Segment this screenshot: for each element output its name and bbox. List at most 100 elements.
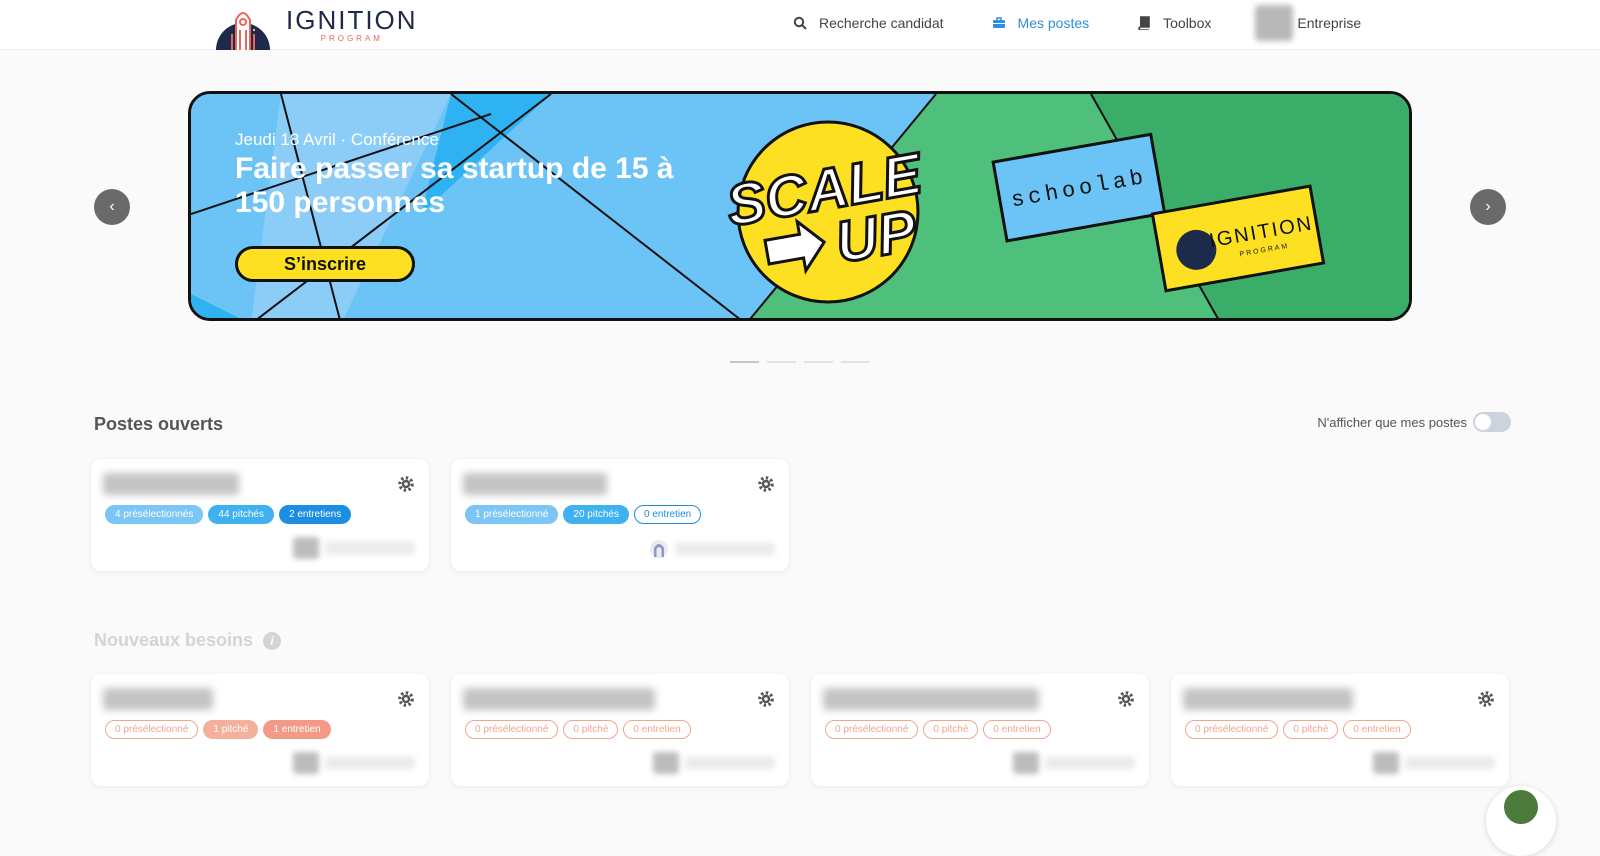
avatar xyxy=(1013,752,1039,774)
need-title xyxy=(823,688,1039,710)
preselected-badge[interactable]: 0 présélectionné xyxy=(1185,720,1279,739)
event-banner[interactable]: SCALE UP schoolab IGNITION PROGRAM Jeudi… xyxy=(188,91,1412,321)
chat-launcher-button[interactable] xyxy=(1486,786,1556,856)
need-title xyxy=(1183,688,1353,710)
need-card[interactable]: 0 présélectionné 0 pitché 0 entretien xyxy=(451,674,789,786)
ignition-logo[interactable]: IGNITION PROGRAM xyxy=(214,0,418,50)
position-title xyxy=(103,473,239,495)
user-avatar-icon xyxy=(650,540,668,558)
my-positions-toggle[interactable] xyxy=(1473,412,1511,432)
pitched-badge[interactable]: 1 pitché xyxy=(203,720,259,739)
search-icon xyxy=(793,16,807,30)
candidate-stats: 0 présélectionné 0 pitché 0 entretien xyxy=(1185,720,1416,739)
candidate-stats: 0 présélectionné 0 pitché 0 entretien xyxy=(825,720,1056,739)
owner-name xyxy=(1405,756,1495,770)
carousel-dots xyxy=(730,361,878,363)
position-owner xyxy=(293,537,415,559)
interviews-badge[interactable]: 2 entretiens xyxy=(278,505,352,524)
preselected-badge[interactable]: 1 présélectionné xyxy=(465,505,559,524)
owner-name xyxy=(325,541,415,555)
new-needs-title: Nouveaux besoins xyxy=(94,630,254,650)
briefcase-icon xyxy=(992,17,1005,28)
company-avatar xyxy=(1255,5,1294,41)
owner-name xyxy=(675,542,775,556)
candidate-stats: 4 présélectionnés 44 pitchés 2 entretien… xyxy=(105,505,356,524)
carousel-dot-4[interactable] xyxy=(841,361,870,363)
nav-recherche-candidat[interactable]: Recherche candidat xyxy=(793,15,944,31)
book-icon xyxy=(1138,16,1150,30)
nav-label: Recherche candidat xyxy=(819,15,944,31)
owner-name xyxy=(325,756,415,770)
nav-mes-postes[interactable]: Mes postes xyxy=(992,15,1090,31)
need-owner xyxy=(1373,752,1495,774)
preselected-badge[interactable]: 0 présélectionné xyxy=(465,720,559,739)
nav-label: Mes postes xyxy=(1017,15,1090,31)
avatar xyxy=(653,752,679,774)
candidate-stats: 0 présélectionné 0 pitché 0 entretien xyxy=(465,720,696,739)
carousel-prev-button[interactable]: ‹ xyxy=(94,189,130,225)
need-owner xyxy=(653,752,775,774)
need-owner xyxy=(293,752,415,774)
need-title xyxy=(463,688,655,710)
avatar xyxy=(1373,752,1399,774)
candidate-stats: 1 présélectionné 20 pitchés 0 entretien xyxy=(465,505,706,524)
scale-up-badge-line2: UP xyxy=(831,197,922,275)
toggle-label: N'afficher que mes postes xyxy=(1317,414,1467,430)
interviews-badge[interactable]: 0 entretien xyxy=(983,720,1051,739)
logo-subtitle: PROGRAM xyxy=(320,34,383,43)
gear-icon[interactable] xyxy=(1477,690,1495,708)
pitched-badge[interactable]: 0 pitché xyxy=(563,720,619,739)
event-title: Faire passer sa startup de 15 à 150 pers… xyxy=(235,152,674,219)
position-owner xyxy=(649,539,775,559)
need-card[interactable]: 0 présélectionné 0 pitché 0 entretien xyxy=(1171,674,1509,786)
nav-entreprise[interactable]: Entreprise xyxy=(1255,5,1361,41)
carousel-next-button[interactable]: › xyxy=(1470,189,1506,225)
carousel-dot-3[interactable] xyxy=(804,361,833,363)
owner-name xyxy=(1045,756,1135,770)
info-icon[interactable]: i xyxy=(263,632,282,651)
pitched-badge[interactable]: 0 pitché xyxy=(1283,720,1339,739)
gear-icon[interactable] xyxy=(757,690,775,708)
rocket-logo-icon xyxy=(214,0,272,50)
chevron-right-icon: › xyxy=(1485,198,1491,215)
pitched-badge[interactable]: 44 pitchés xyxy=(208,505,274,524)
interviews-badge[interactable]: 1 entretien xyxy=(263,720,331,739)
position-title xyxy=(463,473,607,495)
main-nav: Recherche candidat Mes postes Toolbox En… xyxy=(793,0,1361,46)
carousel-dot-2[interactable] xyxy=(767,361,796,363)
event-date: Jeudi 18 Avril · Conférence xyxy=(235,130,439,149)
need-card[interactable]: 0 présélectionné 1 pitché 1 entretien xyxy=(91,674,429,786)
chat-avatar xyxy=(1504,790,1538,824)
register-button[interactable]: S’inscrire xyxy=(235,246,415,282)
logo-title: IGNITION xyxy=(286,5,418,35)
owner-name xyxy=(685,756,775,770)
position-card[interactable]: 1 présélectionné 20 pitchés 0 entretien xyxy=(451,459,789,571)
carousel-dot-1[interactable] xyxy=(730,361,759,363)
new-needs-heading: Nouveaux besoins i xyxy=(94,630,282,651)
gear-icon[interactable] xyxy=(757,475,775,493)
interviews-badge[interactable]: 0 entretien xyxy=(1343,720,1411,739)
avatar xyxy=(293,537,319,559)
pitched-badge[interactable]: 20 pitchés xyxy=(563,505,629,524)
need-title xyxy=(103,688,213,710)
position-card[interactable]: 4 présélectionnés 44 pitchés 2 entretien… xyxy=(91,459,429,571)
gear-icon[interactable] xyxy=(1117,690,1135,708)
open-positions-heading: Postes ouverts xyxy=(94,414,224,434)
top-header: IGNITION PROGRAM Recherche candidat Mes … xyxy=(0,0,1600,50)
preselected-badge[interactable]: 0 présélectionné xyxy=(825,720,919,739)
preselected-badge[interactable]: 0 présélectionné xyxy=(105,720,199,739)
need-owner xyxy=(1013,752,1135,774)
pitched-badge[interactable]: 0 pitché xyxy=(923,720,979,739)
my-positions-filter: N'afficher que mes postes xyxy=(1317,412,1511,432)
interviews-badge[interactable]: 0 entretien xyxy=(623,720,691,739)
nav-toolbox[interactable]: Toolbox xyxy=(1137,15,1211,31)
gear-icon[interactable] xyxy=(397,475,415,493)
preselected-badge[interactable]: 4 présélectionnés xyxy=(105,505,204,524)
interviews-badge[interactable]: 0 entretien xyxy=(633,505,702,524)
gear-icon[interactable] xyxy=(397,690,415,708)
chevron-left-icon: ‹ xyxy=(109,198,115,215)
need-card[interactable]: 0 présélectionné 0 pitché 0 entretien xyxy=(811,674,1149,786)
nav-label: Toolbox xyxy=(1163,15,1212,31)
nav-label: Entreprise xyxy=(1297,15,1362,31)
candidate-stats: 0 présélectionné 1 pitché 1 entretien xyxy=(105,720,336,739)
